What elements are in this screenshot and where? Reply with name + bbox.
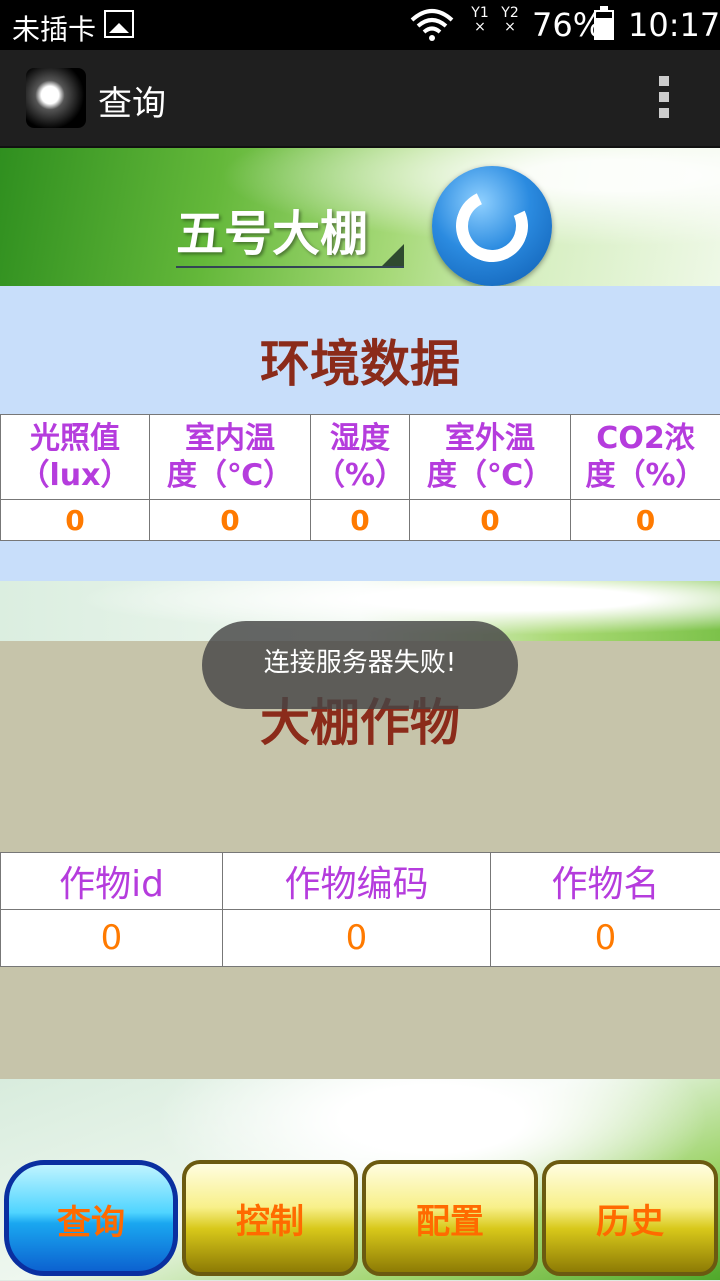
wifi-icon [410,8,454,42]
app-icon[interactable] [26,68,86,128]
header-light: 光照值（lux） [1,415,150,500]
refresh-icon [446,180,538,272]
action-bar: 查询 [0,50,720,148]
value-humidity: 0 [311,500,410,541]
overflow-menu-icon[interactable] [652,76,676,126]
value-light: 0 [1,500,150,541]
table-header-row: 光照值（lux） 室内温度（℃） 湿度（%） 室外温度（℃） CO2浓度（%） [1,415,720,500]
environment-section: 环境数据 光照值（lux） 室内温度（℃） 湿度（%） 室外温度（℃） CO2浓… [0,286,720,581]
value-outdoor-temp: 0 [410,500,571,541]
status-bar: 未插卡 Y1× Y2× 76% 10:17 [0,0,720,50]
greenhouse-selector[interactable]: 五号大棚 [176,194,368,264]
carrier-label: 未插卡 [12,8,96,48]
value-crop-code: 0 [223,910,491,967]
value-crop-name: 0 [491,910,720,967]
crops-table: 作物id 作物编码 作物名 0 0 0 [0,852,720,967]
table-row: 0 0 0 [1,910,720,967]
environment-table: 光照值（lux） 室内温度（℃） 湿度（%） 室外温度（℃） CO2浓度（%） … [0,414,720,541]
nav-config-button[interactable]: 配置 [362,1160,538,1276]
nav-history-button[interactable]: 历史 [542,1160,718,1276]
environment-heading: 环境数据 [0,324,720,396]
clock: 10:17 [628,6,720,44]
page-title: 查询 [98,76,166,125]
refresh-button[interactable] [432,166,552,286]
header-humidity: 湿度（%） [311,415,410,500]
dropdown-indicator-icon [382,244,404,266]
value-co2: 0 [571,500,720,541]
header-crop-id: 作物id [1,853,223,910]
sim2-signal-icon: Y2× [498,6,522,34]
greenhouse-banner: 五号大棚 [0,148,720,286]
battery-icon [594,10,614,40]
header-indoor-temp: 室内温度（℃） [150,415,311,500]
table-row: 0 0 0 0 0 [1,500,720,541]
header-crop-code: 作物编码 [223,853,491,910]
image-notification-icon [104,10,134,38]
table-header-row: 作物id 作物编码 作物名 [1,853,720,910]
header-outdoor-temp: 室外温度（℃） [410,415,571,500]
header-crop-name: 作物名 [491,853,720,910]
spinner-underline [176,266,404,268]
nav-query-button[interactable]: 查询 [4,1160,178,1276]
error-toast: 连接服务器失败! [202,621,518,709]
value-crop-id: 0 [1,910,223,967]
sim1-signal-icon: Y1× [468,6,492,34]
nav-control-button[interactable]: 控制 [182,1160,358,1276]
battery-percent: 76% [532,6,603,44]
value-indoor-temp: 0 [150,500,311,541]
header-co2: CO2浓度（%） [571,415,720,500]
